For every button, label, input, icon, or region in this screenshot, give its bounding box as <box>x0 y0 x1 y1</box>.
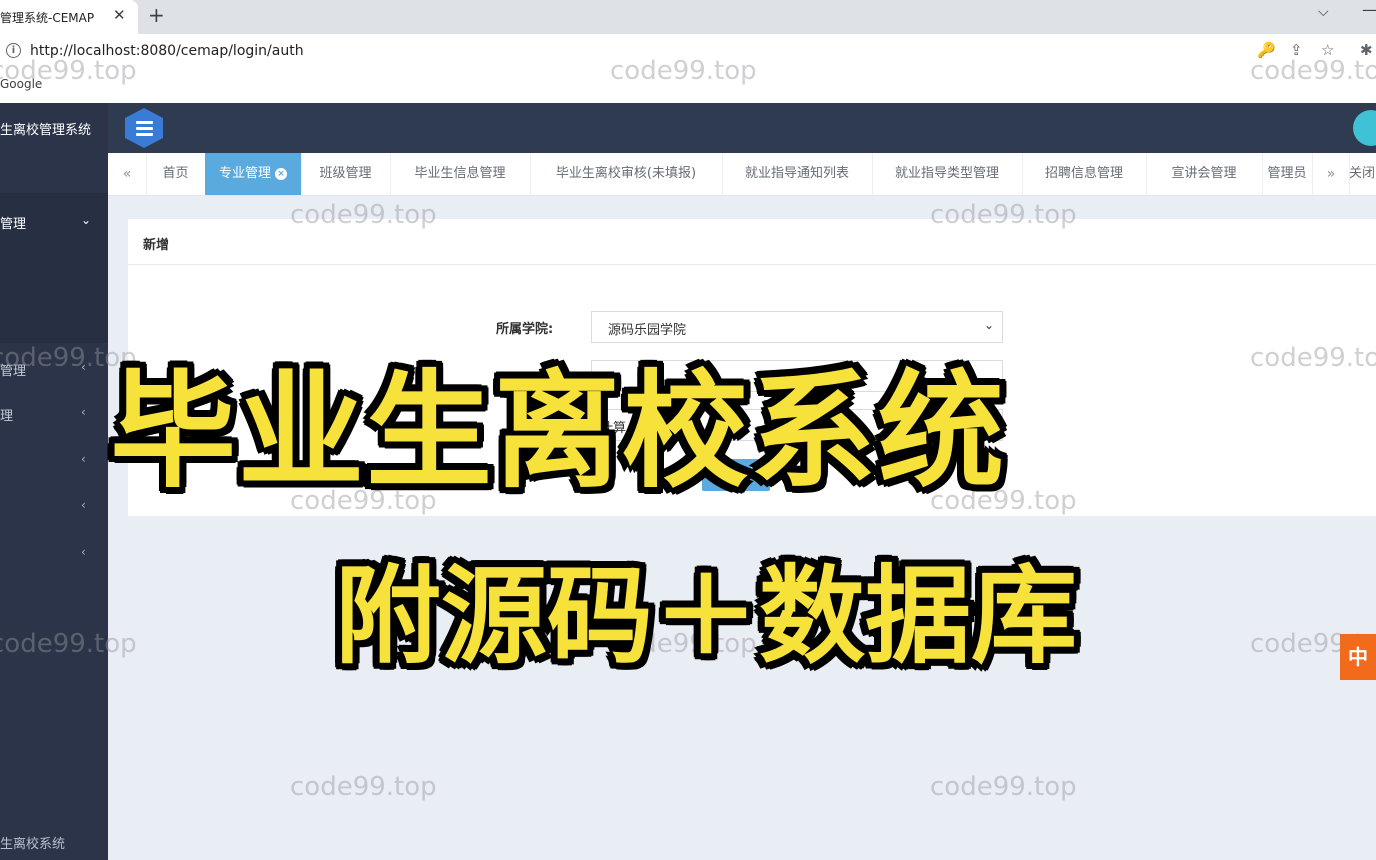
chevron-left-icon: ‹ <box>81 498 86 512</box>
site-info-icon[interactable]: i <box>6 43 21 58</box>
chevron-left-icon: ‹ <box>81 405 86 419</box>
tab-admin[interactable]: 管理员 <box>1262 153 1313 195</box>
sidebar-item-label: 管理 <box>0 217 27 232</box>
sidebar-submenu <box>0 247 108 343</box>
tab-label: 毕业生离校审核(未填报) <box>555 166 697 181</box>
close-tabs-button[interactable]: 关闭 <box>1348 153 1376 195</box>
tab-recruitment[interactable]: 招聘信息管理 <box>1022 153 1147 195</box>
tab-label: 专业管理 <box>218 166 271 181</box>
url-input[interactable]: http://localhost:8080/cemap/login/auth <box>30 43 304 59</box>
share-icon[interactable]: ⇪ <box>1290 41 1303 59</box>
menu-icon-line <box>136 127 153 130</box>
sidebar-item-label: 管理 <box>0 364 27 379</box>
tab-label: 就业指导通知列表 <box>744 166 849 181</box>
tab-label: 招聘信息管理 <box>1044 166 1123 181</box>
sidebar-footer: 生离校系统 <box>0 837 66 852</box>
tabs-prev-button[interactable]: « <box>108 153 147 195</box>
bookmark-google[interactable]: Google <box>0 77 42 91</box>
chevron-left-icon: ‹ <box>81 545 86 559</box>
tab-label: 毕业生信息管理 <box>414 166 506 181</box>
panel-title: 新增 <box>143 238 170 253</box>
new-tab-button[interactable]: + <box>148 3 165 27</box>
tab-home[interactable]: 首页 <box>146 153 206 195</box>
address-bar: i http://localhost:8080/cemap/login/auth… <box>0 34 1376 68</box>
watermark: code99.top <box>290 772 437 802</box>
tab-label: 班级管理 <box>319 166 372 181</box>
chevron-left-icon: ‹ <box>81 452 86 466</box>
user-avatar[interactable] <box>1353 110 1376 146</box>
bookmarks-bar: Google <box>0 68 1376 104</box>
chevron-left-icon: ‹ <box>81 360 86 374</box>
chevron-down-icon: ⌄ <box>81 213 92 227</box>
tab-label: 管理员 <box>1267 166 1307 181</box>
browser-tab-bar: 管理系统-CEMAP ✕ + ⌵ — <box>0 0 1376 34</box>
sidebar-item-label: 理 <box>0 409 14 424</box>
tabs-next-button[interactable]: » <box>1312 153 1350 195</box>
overlay-title: 毕业生离校系统 <box>110 358 1006 505</box>
watermark: code99.top <box>930 772 1077 802</box>
menu-icon-line <box>136 133 153 136</box>
browser-tab-title: 管理系统-CEMAP <box>0 11 95 25</box>
tab-label: 首页 <box>162 166 189 181</box>
app-brand: 生离校管理系统 <box>0 103 108 153</box>
tab-graduate-info[interactable]: 毕业生信息管理 <box>390 153 531 195</box>
sidebar-item-active[interactable]: 管理 ⌄ <box>0 193 108 247</box>
close-tab-icon[interactable]: ✕ <box>113 6 126 24</box>
tab-guidance-notices[interactable]: 就业指导通知列表 <box>722 153 873 195</box>
minimize-window-button[interactable]: — <box>1362 0 1376 19</box>
sidebar: 管理 ⌄ 管理 ‹ 理 ‹ ‹ ‹ ‹ 生离校系统 <box>0 153 108 860</box>
tab-label: 宣讲会管理 <box>1171 166 1237 181</box>
ime-indicator[interactable]: 中 <box>1340 634 1376 680</box>
tab-leave-review[interactable]: 毕业生离校审核(未填报) <box>530 153 723 195</box>
overlay-subtitle: 附源码＋数据库 <box>335 555 1077 678</box>
tab-guidance-types[interactable]: 就业指导类型管理 <box>872 153 1023 195</box>
menu-toggle-button[interactable] <box>125 108 163 148</box>
tab-label: 就业指导类型管理 <box>894 166 999 181</box>
tab-major-management[interactable]: 专业管理 × <box>205 153 302 195</box>
bookmark-star-icon[interactable]: ☆ <box>1321 41 1334 59</box>
panel-header: 新增 <box>128 219 1376 265</box>
tab-presentations[interactable]: 宣讲会管理 <box>1146 153 1263 195</box>
tab-class-management[interactable]: 班级管理 <box>301 153 391 195</box>
key-icon[interactable]: 🔑 <box>1257 41 1276 59</box>
app-topbar <box>108 103 1376 153</box>
close-icon[interactable]: × <box>275 167 287 180</box>
browser-tab[interactable]: 管理系统-CEMAP ✕ <box>0 0 138 34</box>
menu-icon-line <box>136 121 153 124</box>
extensions-icon[interactable]: ✱ <box>1360 41 1373 59</box>
tab-search-icon[interactable]: ⌵ <box>1318 4 1329 20</box>
app-title: 生离校管理系统 <box>0 123 92 138</box>
content-tabs: « 首页 专业管理 × 班级管理 毕业生信息管理 毕业生离校审核(未填报) 就业指… <box>108 153 1376 196</box>
